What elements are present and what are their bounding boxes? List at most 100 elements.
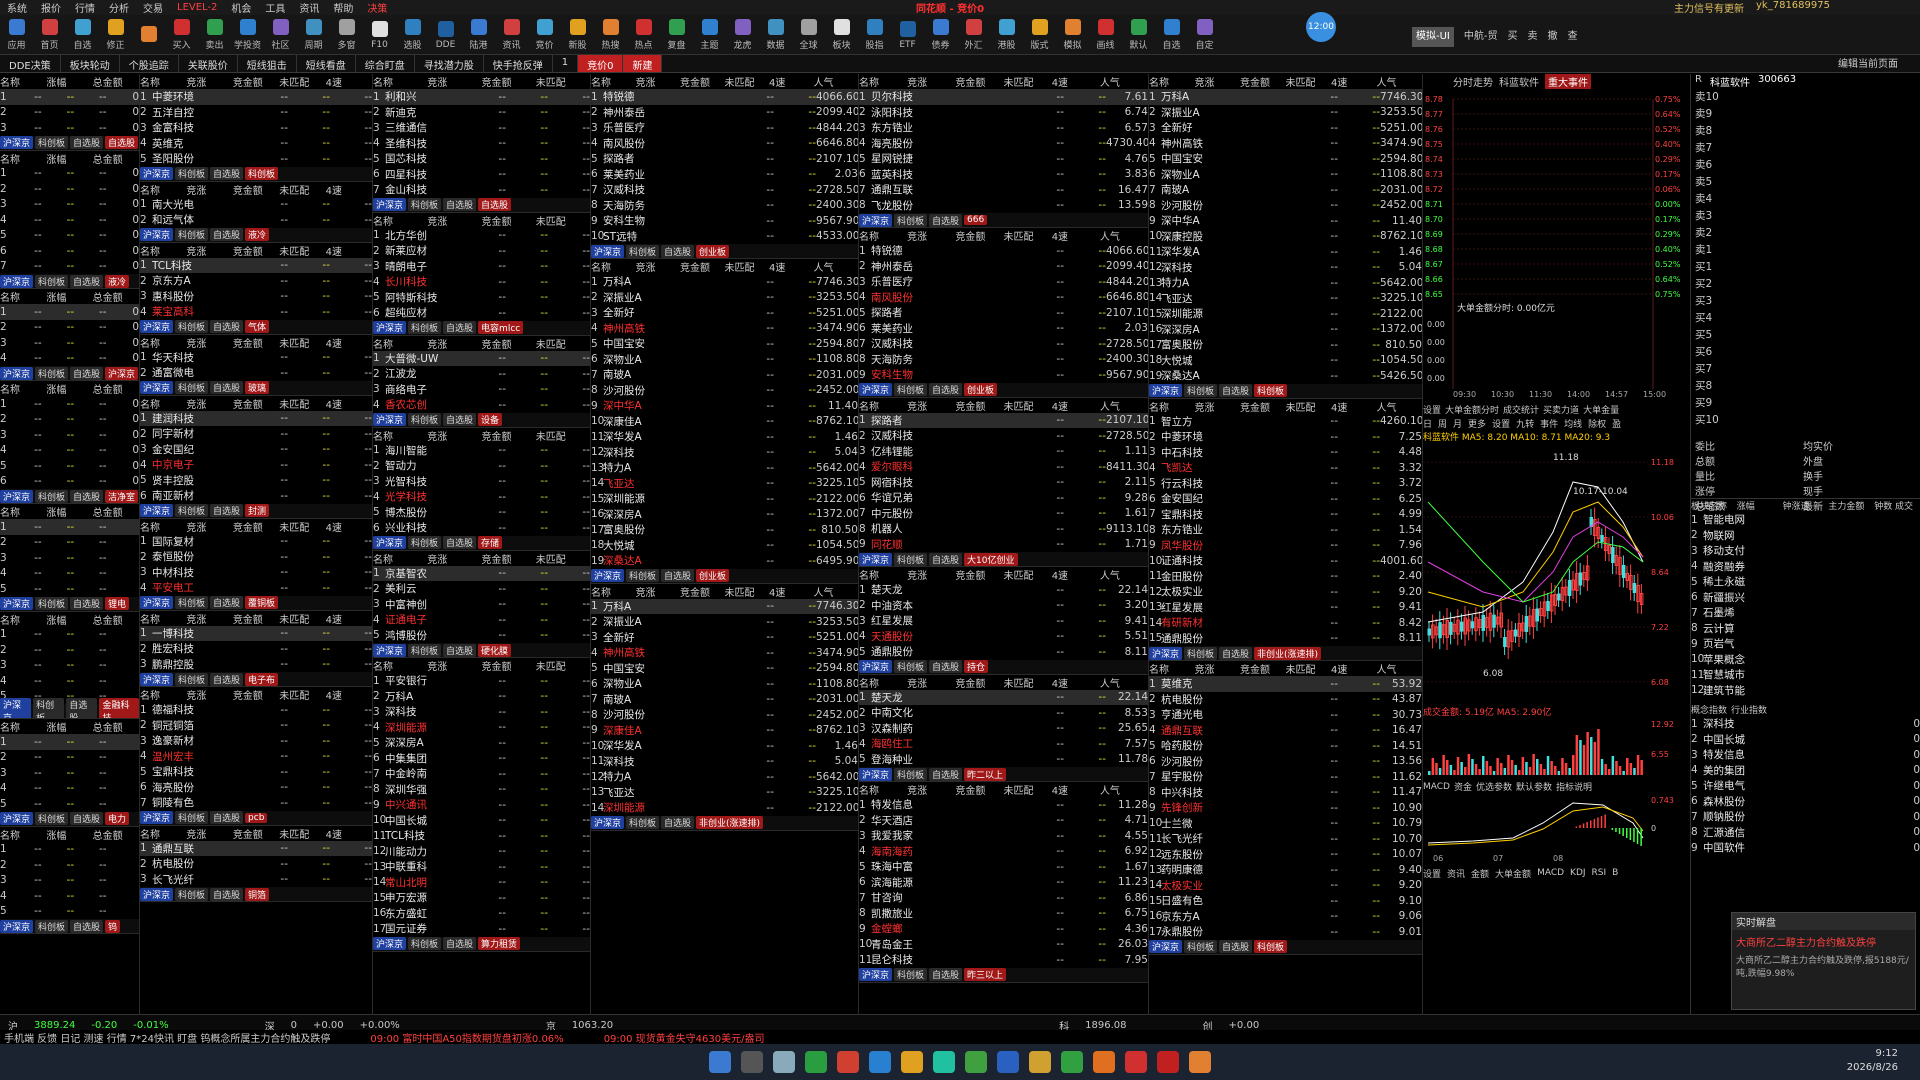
list-item[interactable]: 1 万科A -- -- 7746.30 — [1149, 89, 1422, 105]
list-item[interactable]: 1指南针------ — [0, 519, 139, 535]
list-item[interactable]: 4厦门阳光------ — [0, 781, 139, 797]
tab-3[interactable]: 关联股价 — [179, 55, 238, 72]
col5-hcol-1[interactable]: 竞涨 — [907, 675, 955, 690]
panel-tab[interactable]: 科创板 — [408, 198, 442, 211]
list-item[interactable]: 4 南风股份 -- -- 6646.80 — [591, 136, 858, 152]
col5-hcol-5[interactable]: 人气 — [1100, 782, 1148, 797]
list-item[interactable]: 5 探路者 -- -- 2107.10 — [859, 305, 1148, 321]
list-item[interactable]: 7 南玻A -- -- 2031.00 — [591, 692, 858, 708]
col4-hcol-5[interactable]: 人气 — [814, 584, 859, 599]
col2-hcol-0[interactable]: 名称 — [140, 243, 186, 258]
col4-hcol-1[interactable]: 竞涨 — [636, 74, 681, 89]
col6-hcol-1[interactable]: 竞涨 — [1195, 399, 1241, 414]
col2-hcol-0[interactable]: 名称 — [140, 182, 186, 197]
col3-hcol-2[interactable]: 竞金额 — [482, 336, 536, 351]
list-item[interactable]: 1 德福科技 -- -- -- — [140, 702, 372, 718]
panel-tab[interactable]: 科创板 — [35, 366, 69, 380]
list-item[interactable]: 2 智动力 -- -- -- — [373, 458, 590, 474]
tab-5[interactable]: 短线看盘 — [297, 55, 356, 72]
panel-tab-active[interactable]: 玻璃 — [245, 381, 270, 394]
list-item[interactable]: 6 中集集团 -- -- -- — [373, 751, 590, 767]
panel-tab[interactable]: 沪深京 — [140, 504, 174, 517]
toolbar-button-4[interactable] — [132, 15, 165, 55]
list-item[interactable]: 1 平安银行 -- -- -- — [373, 673, 590, 689]
menubar-right-0[interactable]: 主力信号有更新 — [1674, 0, 1744, 15]
col6-hcol-0[interactable]: 名称 — [1149, 74, 1195, 89]
panel-tab-active[interactable]: 创业板 — [964, 383, 998, 396]
list-item[interactable]: 3国投中鲁------0 — [0, 335, 139, 351]
list-item[interactable]: 2金田股份------0 — [0, 181, 139, 197]
list-item[interactable]: 4金冠科技------0 — [0, 443, 139, 459]
concept-row[interactable]: 4 美的集团 0 — [1691, 763, 1920, 779]
list-item[interactable]: 2 通富微电 -- -- -- — [140, 365, 372, 381]
list-item[interactable]: 1 智立方 -- -- 4260.10 — [1149, 414, 1422, 430]
list-item[interactable]: 4 英维克 -- -- -- — [140, 136, 372, 152]
panel-tab-active[interactable]: 气体 — [245, 320, 270, 333]
col5-hcol-4[interactable]: 4速 — [1052, 675, 1100, 690]
toolbar-button-10[interactable]: 多窗 — [330, 15, 363, 55]
board-row[interactable]: 5 稀土永磁 — [1691, 574, 1920, 590]
list-item[interactable]: 9 先锋创新 -- -- 10.90 — [1149, 800, 1422, 816]
list-item[interactable]: 4 长川科技 -- -- -- — [373, 274, 590, 290]
menu-item-10[interactable]: 决策 — [360, 0, 394, 15]
list-item[interactable]: 13 红星发展 -- -- 9.41 — [1149, 600, 1422, 616]
panel-tab[interactable]: 科创板 — [175, 672, 209, 686]
list-item[interactable]: 4 证通电子 -- -- -- — [373, 612, 590, 628]
list-item[interactable]: 4 温州宏丰 -- -- -- — [140, 749, 372, 765]
col2-hcol-0[interactable]: 名称 — [140, 826, 186, 841]
list-item[interactable]: 14 深圳能源 -- -- 2122.00 — [591, 800, 858, 816]
panel-tab-active[interactable]: 液冷 — [105, 274, 130, 288]
col1-hcol-1[interactable]: 涨幅 — [46, 719, 92, 734]
toolbar-button-12[interactable]: 选股 — [396, 15, 429, 55]
list-item[interactable]: 4 莱宝高科 -- -- -- — [140, 304, 372, 320]
taskbar-app-icon-9[interactable] — [997, 1051, 1019, 1073]
list-item[interactable]: 4 中京电子 -- -- -- — [140, 457, 372, 473]
col2-hcol-3[interactable]: 未匹配 — [279, 182, 325, 197]
kline-tab-7[interactable]: 均线 — [1564, 417, 1582, 430]
list-item[interactable]: 1 海川智能 -- -- -- — [373, 443, 590, 459]
list-item[interactable]: 17 富奥股份 -- -- 810.50 — [1149, 337, 1422, 353]
list-item[interactable]: 12 深科技 -- -- 5.04 — [591, 445, 858, 461]
tab-0[interactable]: DDE决策 — [0, 55, 61, 72]
col3-hcol-0[interactable]: 名称 — [373, 551, 427, 566]
list-item[interactable]: 9 凤华股份 -- -- 7.96 — [1149, 538, 1422, 554]
panel-tab[interactable]: 沪深京 — [591, 244, 625, 258]
toolbar-button-31[interactable]: 版式 — [1023, 15, 1056, 55]
panel-tab[interactable]: 科创板 — [175, 811, 209, 824]
list-item[interactable]: 3 东方锆业 -- -- 6.57 — [859, 120, 1148, 136]
menu-item-9[interactable]: 帮助 — [326, 0, 360, 15]
list-item[interactable]: 6 滨海能源 -- -- 11.23 — [859, 875, 1148, 891]
panel-tab[interactable]: 沪深京 — [859, 383, 893, 396]
col1-hcol-2[interactable]: 总金额 — [93, 504, 139, 519]
list-item[interactable]: 12 太极实业 -- -- 9.20 — [1149, 584, 1422, 600]
list-item[interactable]: 8 沙河股份 -- -- 2452.00 — [1149, 198, 1422, 214]
panel-tab[interactable]: 自选股 — [210, 381, 244, 394]
col6-hcol-2[interactable]: 竞金额 — [1240, 399, 1286, 414]
list-item[interactable]: 6 兴业科技 -- -- -- — [373, 520, 590, 536]
list-item[interactable]: 9 深中华A -- -- 11.40 — [591, 398, 858, 414]
col3-hcol-1[interactable]: 竞涨 — [427, 551, 481, 566]
col6-hcol-2[interactable]: 竞金额 — [1240, 661, 1286, 676]
col5-hcol-2[interactable]: 竞金额 — [955, 675, 1003, 690]
list-item[interactable]: 1 莫维克 -- -- 53.92 — [1149, 676, 1422, 692]
col1-hcol-0[interactable]: 名称 — [0, 827, 46, 842]
panel-tab[interactable]: 科创板 — [894, 968, 928, 981]
panel-tab[interactable]: 沪深京 — [1149, 940, 1183, 953]
col3-hcol-3[interactable]: 未匹配 — [536, 658, 590, 673]
list-item[interactable]: 14 飞亚达 -- -- 3225.10 — [591, 476, 858, 492]
panel-tab-active[interactable]: pcb — [245, 812, 268, 823]
list-item[interactable]: 1 万科A -- -- 7746.30 — [591, 598, 858, 614]
list-item[interactable]: 4 海鸥住工 -- -- 7.57 — [859, 736, 1148, 752]
list-item[interactable]: 1 国际复材 -- -- -- — [140, 534, 372, 550]
toolbar-button-34[interactable]: 默认 — [1122, 15, 1155, 55]
list-item[interactable]: 5 中国宝安 -- -- 2594.80 — [591, 661, 858, 677]
panel-tab[interactable]: 自选股 — [70, 366, 104, 380]
col6-hcol-1[interactable]: 竞涨 — [1195, 661, 1241, 676]
col2-hcol-1[interactable]: 竞涨 — [186, 182, 232, 197]
list-item[interactable]: 5 探路者 -- -- 2107.10 — [591, 151, 858, 167]
toolbar-button-27[interactable]: ETF — [891, 15, 924, 55]
list-item[interactable]: 5鸿博股份------0 — [0, 228, 139, 244]
list-item[interactable]: 3 乐普医疗 -- -- 4844.20 — [859, 274, 1148, 290]
list-item[interactable]: 2 中南文化 -- -- 8.53 — [859, 705, 1148, 721]
kline-chart[interactable]: 11.1810.068.647.226.0811.1810.17-10.046.… — [1423, 442, 1690, 702]
